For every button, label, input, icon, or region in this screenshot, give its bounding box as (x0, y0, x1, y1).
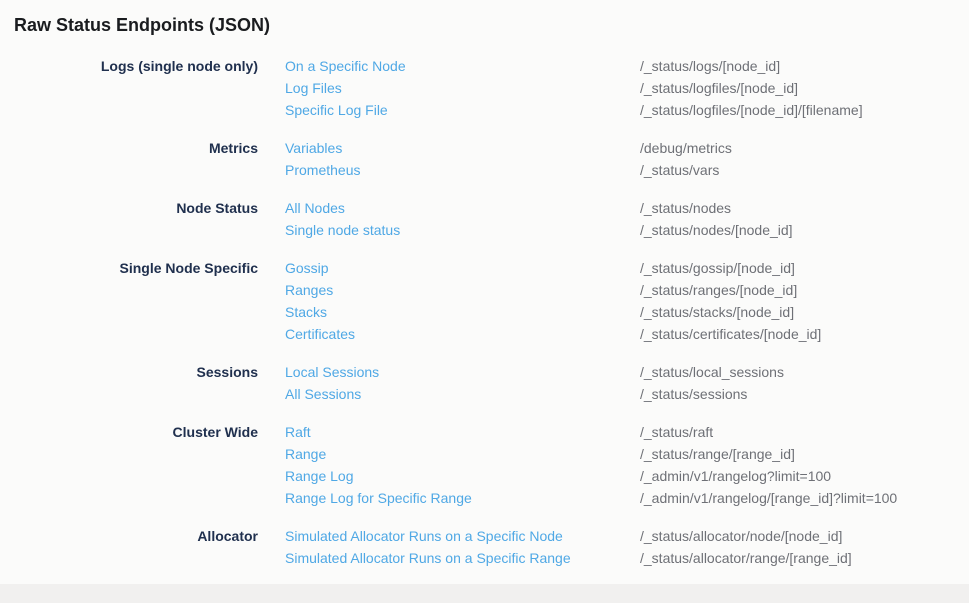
endpoint-link[interactable]: All Nodes (285, 200, 345, 216)
endpoint-link[interactable]: Range (285, 446, 326, 462)
endpoint-row: Range Log for Specific Range /_admin/v1/r… (0, 487, 969, 509)
endpoint-path: /_status/allocator/node/[node_id] (640, 525, 969, 547)
endpoint-path: /_status/allocator/range/[range_id] (640, 547, 969, 569)
endpoint-row: Single node status /_status/nodes/[node_i… (0, 219, 969, 241)
endpoint-link[interactable]: Raft (285, 424, 311, 440)
endpoint-path: /_status/certificates/[node_id] (640, 323, 969, 345)
endpoint-link[interactable]: Single node status (285, 222, 400, 238)
endpoint-link[interactable]: Simulated Allocator Runs on a Specific R… (285, 550, 571, 566)
endpoint-path: /_status/range/[range_id] (640, 443, 969, 465)
endpoint-path: /_status/stacks/[node_id] (640, 301, 969, 323)
endpoint-row: Logs (single node only) On a Specific Nod… (0, 55, 969, 77)
endpoint-link[interactable]: Prometheus (285, 162, 360, 178)
endpoint-row: Allocator Simulated Allocator Runs on a S… (0, 525, 969, 547)
category-label (0, 77, 258, 99)
category-label (0, 301, 258, 323)
endpoint-path: /_status/gossip/[node_id] (640, 257, 969, 279)
endpoint-path: /_status/vars (640, 159, 969, 181)
category-label: Node Status (0, 197, 258, 219)
endpoint-link-cell: Variables (258, 137, 640, 159)
endpoint-path: /_status/sessions (640, 383, 969, 405)
endpoint-link[interactable]: All Sessions (285, 386, 361, 402)
endpoint-link[interactable]: Stacks (285, 304, 327, 320)
endpoint-row: Specific Log File /_status/logfiles/[node… (0, 99, 969, 121)
endpoint-link-cell: Certificates (258, 323, 640, 345)
endpoint-link-cell: Range Log (258, 465, 640, 487)
endpoint-row: Node Status All Nodes /_status/nodes (0, 197, 969, 219)
endpoint-path: /debug/metrics (640, 137, 969, 159)
endpoint-path: /_admin/v1/rangelog/[range_id]?limit=100 (640, 487, 969, 509)
endpoint-link-cell: Prometheus (258, 159, 640, 181)
endpoint-link[interactable]: Log Files (285, 80, 342, 96)
endpoint-path: /_status/local_sessions (640, 361, 969, 383)
endpoint-path: /_status/logfiles/[node_id] (640, 77, 969, 99)
category-label (0, 383, 258, 405)
category-label (0, 159, 258, 181)
endpoint-row: Cluster Wide Raft /_status/raft (0, 421, 969, 443)
category-label: Single Node Specific (0, 257, 258, 279)
content-area: Raw Status Endpoints (JSON) Logs (single… (0, 0, 969, 584)
endpoint-link-cell: Gossip (258, 257, 640, 279)
endpoint-link-cell: Specific Log File (258, 99, 640, 121)
endpoint-link-cell: Raft (258, 421, 640, 443)
endpoint-link-cell: Simulated Allocator Runs on a Specific N… (258, 525, 640, 547)
endpoints-table: Logs (single node only) On a Specific Nod… (0, 55, 969, 569)
endpoint-row: Log Files /_status/logfiles/[node_id] (0, 77, 969, 99)
endpoint-row: Range /_status/range/[range_id] (0, 443, 969, 465)
endpoint-link[interactable]: Local Sessions (285, 364, 379, 380)
endpoint-link-cell: Range Log for Specific Range (258, 487, 640, 509)
endpoint-path: /_status/ranges/[node_id] (640, 279, 969, 301)
category-label (0, 443, 258, 465)
footer-strip (0, 584, 969, 603)
endpoint-link-cell: Local Sessions (258, 361, 640, 383)
page-title: Raw Status Endpoints (JSON) (0, 0, 969, 37)
endpoint-row: Certificates /_status/certificates/[node_… (0, 323, 969, 345)
endpoint-path: /_status/logs/[node_id] (640, 55, 969, 77)
endpoint-row: Stacks /_status/stacks/[node_id] (0, 301, 969, 323)
endpoint-link-cell: All Sessions (258, 383, 640, 405)
endpoint-path: /_status/nodes/[node_id] (640, 219, 969, 241)
endpoint-row: Single Node Specific Gossip /_status/gossi… (0, 257, 969, 279)
endpoint-link-cell: All Nodes (258, 197, 640, 219)
endpoint-path: /_status/raft (640, 421, 969, 443)
category-label: Sessions (0, 361, 258, 383)
category-label (0, 99, 258, 121)
endpoint-link[interactable]: Gossip (285, 260, 329, 276)
endpoint-link[interactable]: Range Log (285, 468, 354, 484)
endpoint-link[interactable]: Simulated Allocator Runs on a Specific N… (285, 528, 563, 544)
category-label: Allocator (0, 525, 258, 547)
category-label (0, 279, 258, 301)
endpoint-link-cell: Simulated Allocator Runs on a Specific R… (258, 547, 640, 569)
category-label (0, 487, 258, 509)
endpoint-link-cell: Range (258, 443, 640, 465)
endpoint-path: /_status/logfiles/[node_id]/[filename] (640, 99, 969, 121)
category-label: Logs (single node only) (0, 55, 258, 77)
endpoint-row: All Sessions /_status/sessions (0, 383, 969, 405)
endpoint-link-cell: Single node status (258, 219, 640, 241)
endpoint-link[interactable]: On a Specific Node (285, 58, 406, 74)
category-label: Metrics (0, 137, 258, 159)
endpoint-path: /_status/nodes (640, 197, 969, 219)
endpoint-row: Simulated Allocator Runs on a Specific R… (0, 547, 969, 569)
endpoint-row: Ranges /_status/ranges/[node_id] (0, 279, 969, 301)
category-label (0, 465, 258, 487)
endpoint-link-cell: On a Specific Node (258, 55, 640, 77)
endpoint-link-cell: Stacks (258, 301, 640, 323)
endpoint-link-cell: Ranges (258, 279, 640, 301)
endpoint-row: Prometheus /_status/vars (0, 159, 969, 181)
endpoint-link[interactable]: Ranges (285, 282, 333, 298)
endpoint-row: Range Log /_admin/v1/rangelog?limit=100 (0, 465, 969, 487)
endpoint-row: Sessions Local Sessions /_status/local_ses… (0, 361, 969, 383)
endpoint-link[interactable]: Range Log for Specific Range (285, 490, 472, 506)
endpoint-path: /_admin/v1/rangelog?limit=100 (640, 465, 969, 487)
endpoint-link[interactable]: Certificates (285, 326, 355, 342)
category-label (0, 323, 258, 345)
category-label (0, 219, 258, 241)
endpoint-link-cell: Log Files (258, 77, 640, 99)
category-label (0, 547, 258, 569)
endpoint-row: Metrics Variables/debug/metrics (0, 137, 969, 159)
category-label: Cluster Wide (0, 421, 258, 443)
endpoint-link[interactable]: Specific Log File (285, 102, 388, 118)
endpoint-link[interactable]: Variables (285, 140, 342, 156)
